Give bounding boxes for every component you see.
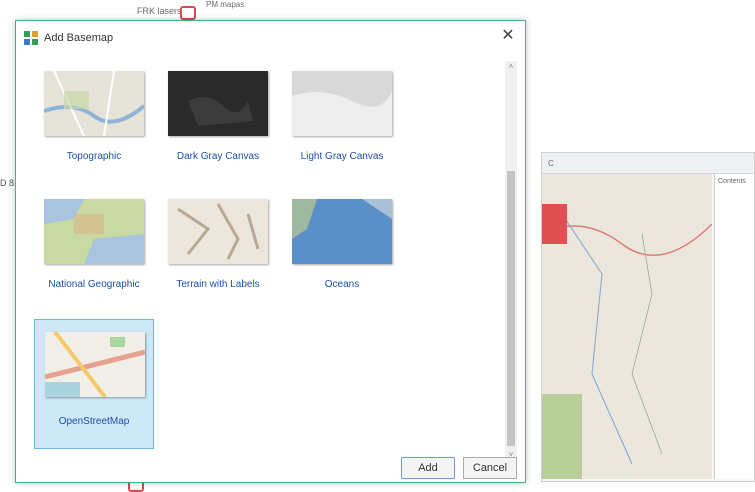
scroll-up-icon[interactable]: ˄ (505, 61, 517, 73)
map-marker-icon (180, 6, 196, 20)
basemap-tile-light-gray-canvas[interactable]: Light Gray Canvas (282, 63, 402, 183)
background-map (542, 174, 713, 479)
basemap-tile-terrain-with-labels[interactable]: Terrain with Labels (158, 191, 278, 311)
dialog-title: Add Basemap (44, 32, 114, 44)
basemap-tile-oceans[interactable]: Oceans (282, 191, 402, 311)
basemap-label: National Geographic (48, 279, 140, 290)
background-map-label: FRK lasers (137, 6, 182, 16)
background-toolbar: C (542, 153, 754, 174)
basemap-gallery: Topographic Dark Gray Canvas Light Gray … (28, 61, 506, 461)
basemap-label: Dark Gray Canvas (176, 151, 260, 162)
national-geographic-thumbnail (44, 199, 144, 264)
dark-gray-thumbnail (168, 71, 268, 136)
basemap-app-icon (24, 31, 38, 45)
basemap-label: Topographic (66, 151, 122, 162)
basemap-tile-dark-gray-canvas[interactable]: Dark Gray Canvas (158, 63, 278, 183)
light-gray-thumbnail (292, 71, 392, 136)
toolbar-text: C (548, 159, 554, 168)
close-icon[interactable]: ✕ (499, 27, 517, 45)
topographic-thumbnail (44, 71, 144, 136)
background-map-window: C Contents (541, 152, 755, 482)
basemap-tile-openstreetmap[interactable]: OpenStreetMap (34, 319, 154, 449)
gallery-scrollbar[interactable]: ˄ ˅ (505, 61, 517, 461)
contents-pane: Contents (714, 174, 754, 479)
oceans-thumbnail (292, 199, 392, 264)
add-basemap-dialog: Add Basemap ✕ Topographic Dark Gray Canv… (15, 20, 526, 483)
contents-label: Contents (718, 178, 747, 185)
basemap-label: Light Gray Canvas (300, 151, 384, 162)
add-button[interactable]: Add (401, 457, 455, 479)
basemap-label: Terrain with Labels (176, 279, 260, 290)
cancel-button[interactable]: Cancel (463, 457, 517, 479)
basemap-tile-topographic[interactable]: Topographic (34, 63, 154, 183)
background-text: D 8 (0, 178, 15, 188)
openstreetmap-thumbnail (45, 332, 145, 397)
basemap-label: Oceans (324, 279, 360, 290)
map-graphic (542, 174, 713, 479)
terrain-thumbnail (168, 199, 268, 264)
background-map-label-2: PM mapas (206, 0, 245, 9)
scroll-thumb[interactable] (507, 171, 515, 446)
basemap-label: OpenStreetMap (58, 416, 130, 427)
basemap-tile-national-geographic[interactable]: National Geographic (34, 191, 154, 311)
dialog-titlebar: Add Basemap ✕ (16, 21, 525, 53)
